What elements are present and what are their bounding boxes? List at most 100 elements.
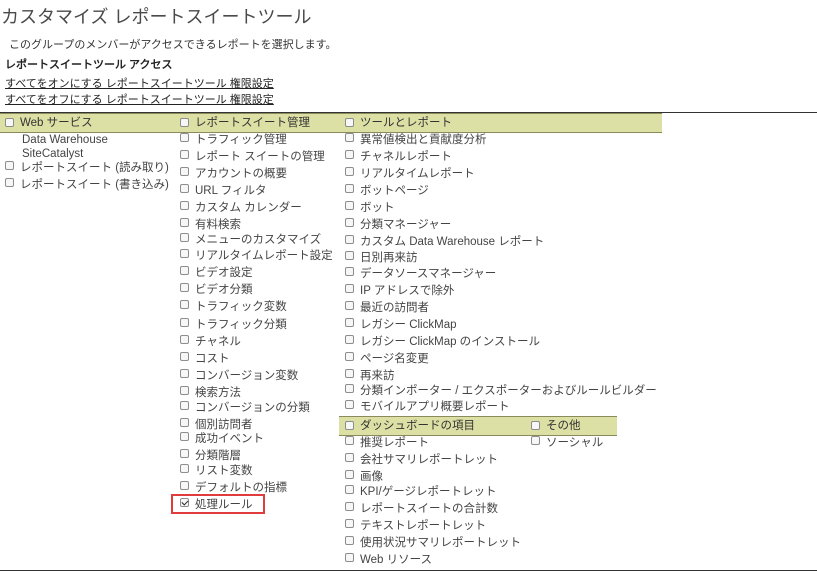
permission-item[interactable]: コンバージョン変数	[180, 369, 298, 385]
permission-checkbox[interactable]	[345, 284, 354, 293]
permission-item[interactable]: テキストレポートレット	[345, 519, 486, 535]
permission-checkbox[interactable]	[345, 485, 354, 494]
permission-item[interactable]: レガシー ClickMap のインストール	[345, 335, 540, 351]
permission-item[interactable]: 分類階層	[180, 449, 241, 465]
permission-item[interactable]: 使用状況サマリレポートレット	[345, 536, 521, 552]
permission-checkbox[interactable]	[531, 436, 540, 445]
permission-checkbox[interactable]	[5, 178, 14, 187]
permission-item[interactable]: リスト変数	[180, 464, 253, 480]
select-all-other-checkbox[interactable]	[531, 420, 540, 430]
select-all-dashboard-checkbox[interactable]	[345, 420, 354, 430]
permission-item[interactable]: ボット	[345, 201, 395, 217]
permission-checkbox[interactable]	[180, 335, 189, 344]
permission-checkbox[interactable]	[345, 335, 354, 344]
permission-item[interactable]: リアルタイムレポート	[345, 167, 475, 183]
permission-checkbox[interactable]	[345, 201, 354, 210]
permission-item[interactable]: 画像	[345, 470, 383, 486]
permission-checkbox[interactable]	[180, 218, 189, 227]
permission-item[interactable]: アカウントの概要	[180, 167, 287, 183]
permission-checkbox[interactable]	[345, 301, 354, 310]
permission-checkbox[interactable]	[345, 352, 354, 361]
permission-checkbox[interactable]	[5, 161, 14, 170]
permission-checkbox[interactable]	[345, 150, 354, 159]
permission-checkbox[interactable]	[180, 201, 189, 210]
permission-item[interactable]: データソースマネージャー	[345, 267, 496, 283]
permission-checkbox[interactable]	[345, 436, 354, 445]
permission-item[interactable]: トラフィック変数	[180, 300, 287, 316]
permission-item[interactable]: KPI/ゲージレポートレット	[345, 485, 497, 501]
permission-checkbox[interactable]	[345, 318, 354, 327]
permission-item[interactable]: 成功イベント	[180, 432, 264, 448]
permission-item[interactable]: URL フィルタ	[180, 184, 267, 200]
permission-item[interactable]: チャネル	[180, 335, 241, 351]
permission-checkbox[interactable]	[345, 184, 354, 193]
permission-checkbox[interactable]	[180, 386, 189, 395]
permission-item[interactable]: コスト	[180, 352, 230, 368]
deselect-all-link[interactable]: すべてをオフにする レポートスイートツール 権限設定	[5, 91, 274, 107]
permission-checkbox[interactable]	[180, 233, 189, 242]
permission-checkbox[interactable]	[345, 453, 354, 462]
permission-item[interactable]: ソーシャル	[531, 436, 603, 452]
permission-item[interactable]: 分類マネージャー	[345, 218, 451, 234]
select-all-report-suite-admin-checkbox[interactable]	[180, 117, 189, 127]
permission-item[interactable]: トラフィック管理	[180, 133, 287, 149]
permission-checkbox[interactable]	[180, 283, 189, 292]
permission-checkbox[interactable]	[180, 464, 189, 473]
permission-item[interactable]: レポートスイートの合計数	[345, 502, 498, 518]
permission-item[interactable]: 会社サマリレポートレット	[345, 453, 498, 469]
permission-checkbox[interactable]	[345, 167, 354, 176]
permission-checkbox[interactable]	[180, 449, 189, 458]
permission-checkbox[interactable]	[180, 133, 189, 142]
permission-checkbox[interactable]	[345, 502, 354, 511]
permission-checkbox[interactable]	[180, 401, 189, 410]
permission-item[interactable]: 検索方法	[180, 386, 241, 402]
permission-checkbox[interactable]	[345, 470, 354, 479]
permission-checkbox[interactable]	[180, 300, 189, 309]
select-all-link[interactable]: すべてをオンにする レポートスイートツール 権限設定	[5, 75, 274, 91]
permission-item[interactable]: 再来訪	[345, 369, 395, 385]
permission-item[interactable]: ボットページ	[345, 184, 429, 200]
permission-checkbox[interactable]	[345, 400, 354, 409]
select-all-web-services-checkbox[interactable]	[5, 117, 14, 127]
permission-checkbox[interactable]	[345, 536, 354, 545]
permission-checkbox[interactable]	[345, 133, 354, 142]
permission-item[interactable]: レポートスイート (書き込み)	[5, 178, 169, 194]
permission-item[interactable]: カスタム Data Warehouse レポート	[345, 235, 544, 251]
permission-checkbox[interactable]	[180, 184, 189, 193]
permission-item[interactable]: レガシー ClickMap	[345, 318, 456, 334]
permission-checkbox[interactable]	[180, 432, 189, 441]
permission-item[interactable]: レポート スイートの管理	[180, 150, 325, 166]
permission-item[interactable]: モバイルアプリ概要レポート	[345, 400, 510, 416]
permission-checkbox[interactable]	[345, 369, 354, 378]
permission-item[interactable]: ビデオ設定	[180, 266, 253, 282]
permission-checkbox[interactable]	[180, 369, 189, 378]
select-all-tools-reports-checkbox[interactable]	[345, 117, 354, 127]
permission-item[interactable]: IP アドレスで除外	[345, 284, 454, 300]
permission-item[interactable]: 有料検索	[180, 218, 241, 234]
permission-checkbox[interactable]	[180, 249, 189, 258]
permission-item[interactable]: 推奨レポート	[345, 436, 429, 452]
permission-item[interactable]: 最近の訪問者	[345, 301, 429, 317]
permission-checkbox[interactable]	[180, 266, 189, 275]
permission-item[interactable]: カスタム カレンダー	[180, 201, 302, 217]
permission-item[interactable]: ページ名変更	[345, 352, 429, 368]
permission-item[interactable]: 分類インポーター / エクスポーターおよびルールビルダー	[345, 384, 657, 400]
permission-checkbox[interactable]	[180, 418, 189, 427]
permission-checkbox[interactable]	[345, 553, 354, 562]
permission-checkbox[interactable]	[180, 352, 189, 361]
permission-item[interactable]: 異常値検出と貢献度分析	[345, 133, 487, 149]
permission-checkbox[interactable]	[345, 251, 354, 260]
permission-item[interactable]: トラフィック分類	[180, 318, 287, 334]
permission-item[interactable]: ビデオ分類	[180, 283, 253, 299]
permission-item[interactable]: レポートスイート (読み取り)	[5, 161, 169, 177]
permission-checkbox[interactable]	[345, 235, 354, 244]
permission-checkbox[interactable]	[345, 384, 354, 393]
permission-checkbox[interactable]	[180, 167, 189, 176]
permission-item[interactable]: コンバージョンの分類	[180, 401, 310, 417]
permission-item[interactable]: Web リソース	[345, 553, 432, 569]
permission-checkbox[interactable]	[345, 519, 354, 528]
permission-item[interactable]: 日別再来訪	[345, 251, 418, 267]
permission-item[interactable]: メニューのカスタマイズ	[180, 233, 321, 249]
permission-checkbox[interactable]	[345, 218, 354, 227]
permission-item[interactable]: リアルタイムレポート設定	[180, 249, 333, 265]
